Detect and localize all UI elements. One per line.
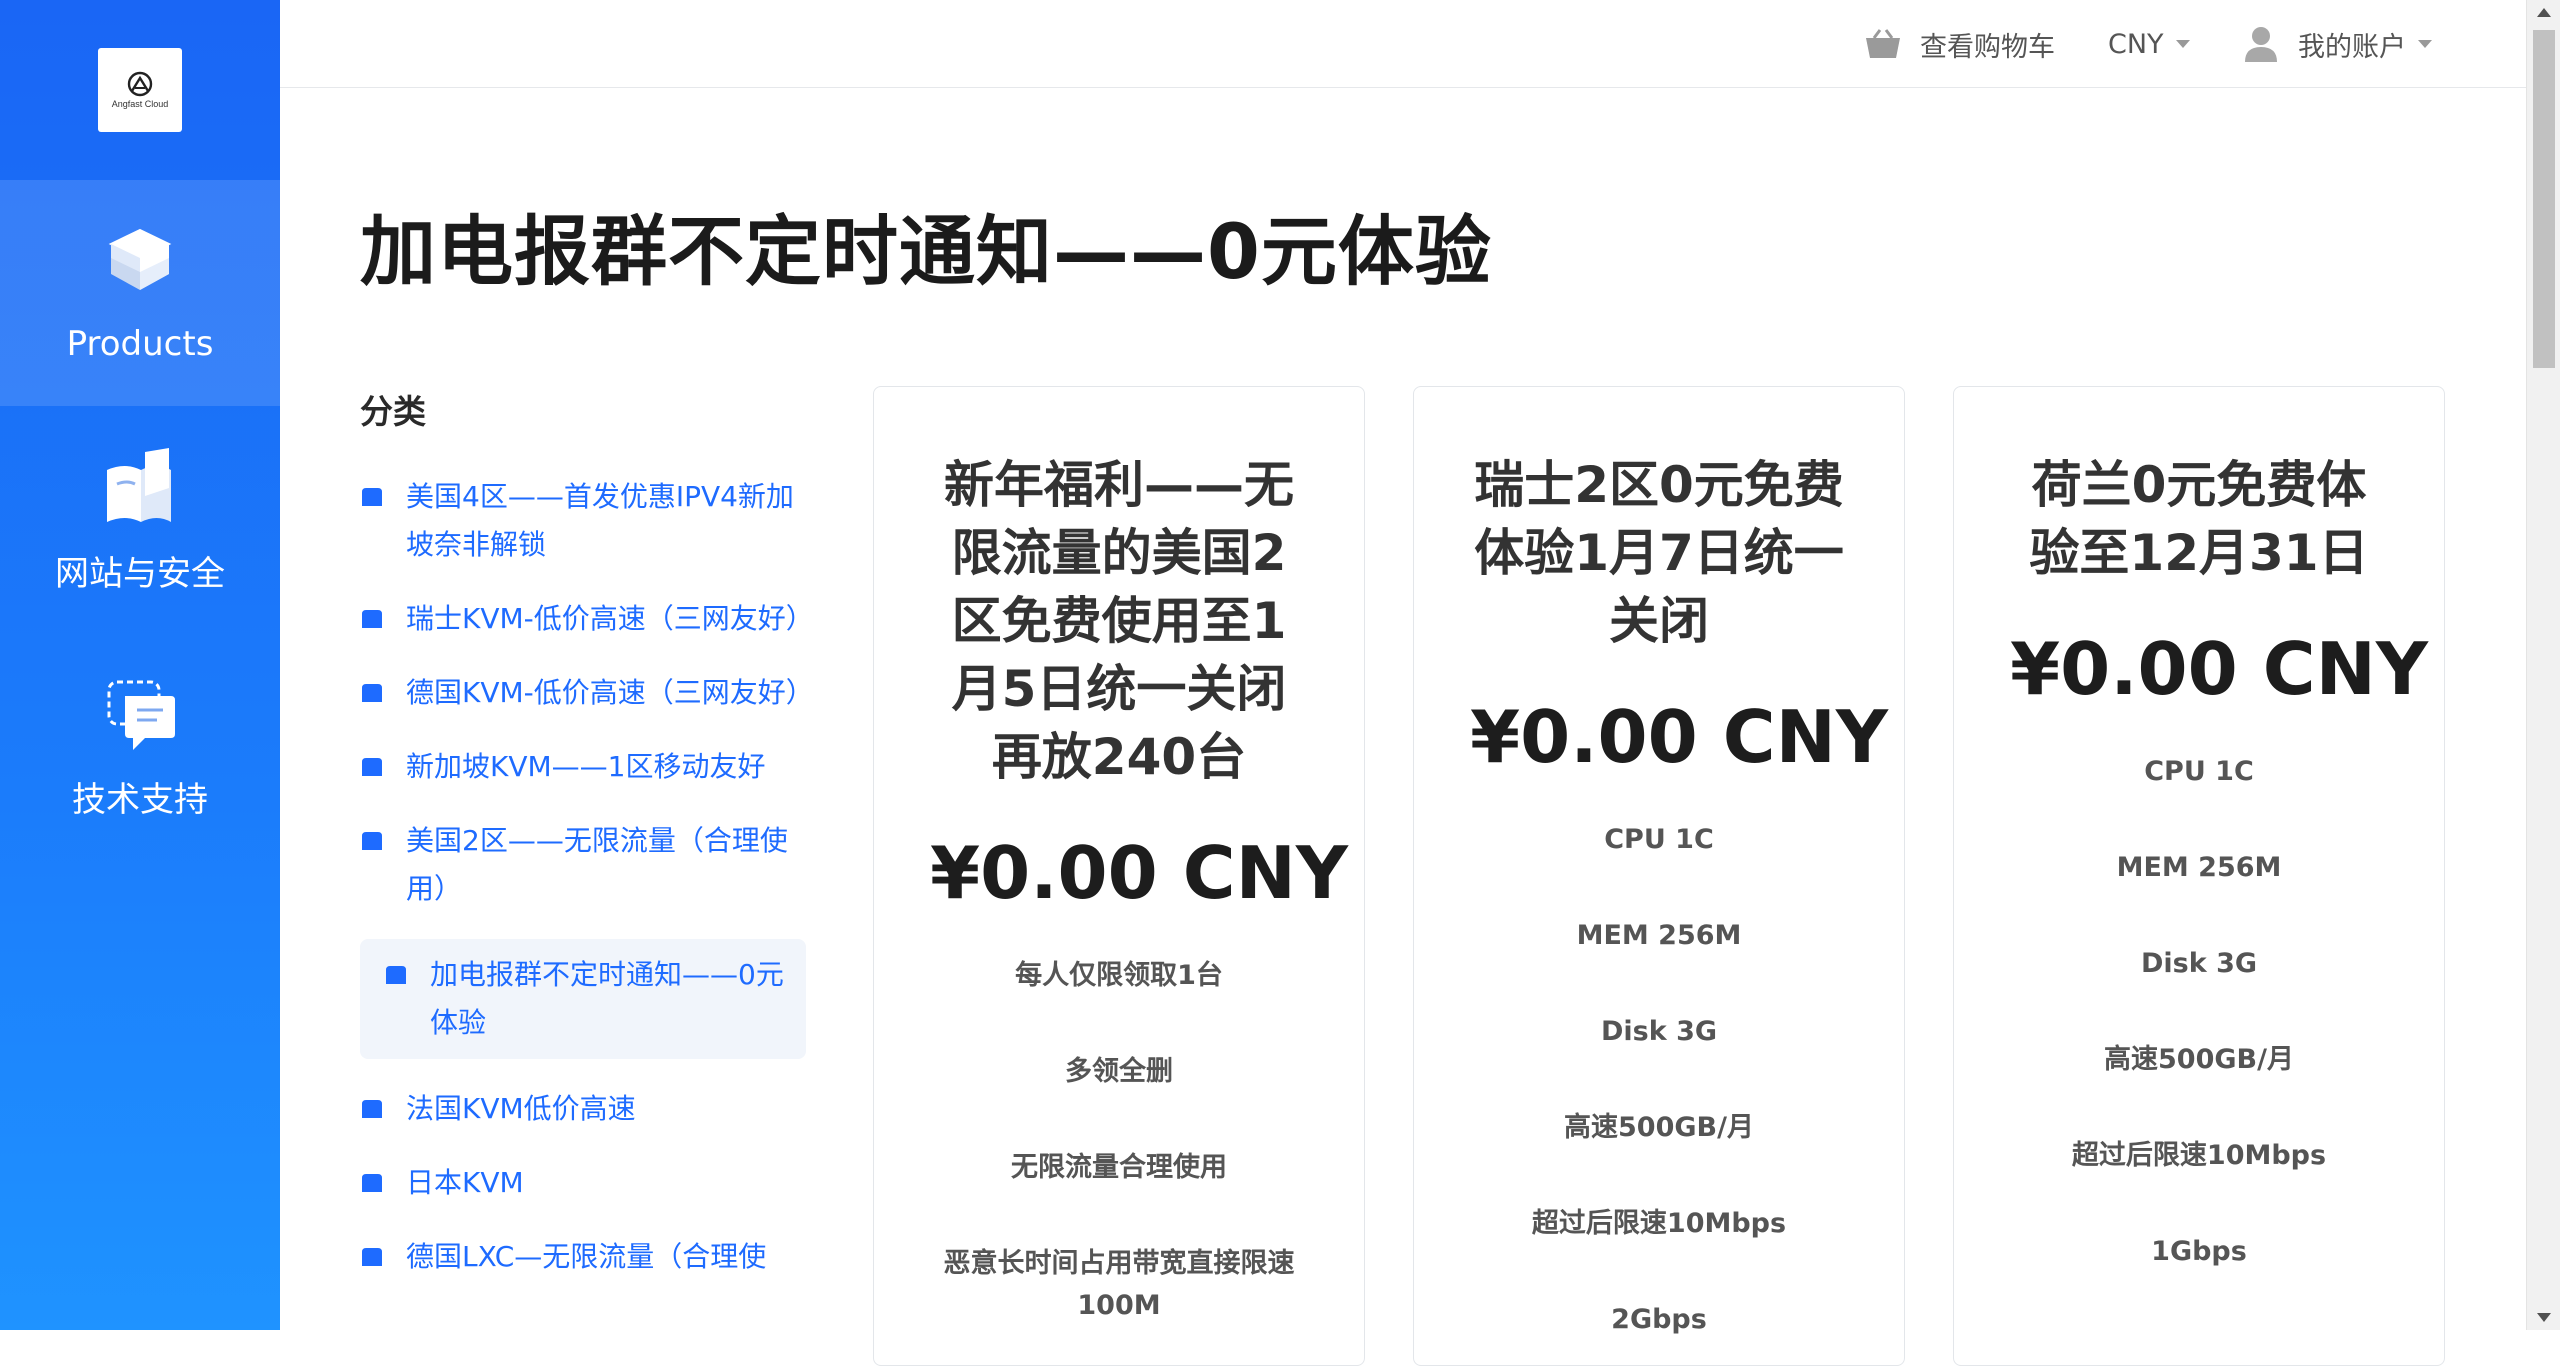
product-feature: 超过后限速10Mbps — [1531, 1208, 1787, 1239]
product-title: 瑞士2区0元免费体验1月7日统一关闭 — [1474, 456, 1844, 650]
account-dropdown[interactable]: 我的账户 — [2244, 0, 2432, 88]
category-link[interactable]: 美国2区——无限流量（合理使用） — [360, 817, 806, 913]
product-price: ¥0.00 CNY — [2010, 627, 2429, 711]
category-link[interactable]: 新加坡KVM——1区移动友好 — [360, 743, 806, 791]
product-feature: CPU 1C — [2144, 756, 2254, 787]
scroll-down-arrow-icon[interactable] — [2537, 1313, 2551, 1322]
brand-logo[interactable]: Angfast Cloud — [98, 48, 182, 132]
scrollbar-thumb[interactable] — [2533, 30, 2555, 368]
product-price: ¥0.00 CNY — [930, 831, 1349, 915]
product-feature: 每人仅限领取1台 — [1015, 960, 1223, 991]
user-icon — [2245, 27, 2277, 62]
category-link-label: 加电报群不定时通知——0元体验 — [430, 958, 784, 1039]
sidebar-item-support[interactable]: 技术支持 — [0, 632, 280, 858]
page-scrollbar[interactable] — [2526, 0, 2560, 1330]
sidebar-item-label: 技术支持 — [72, 779, 208, 820]
product-feature: MEM 256M — [2116, 852, 2282, 883]
product-feature: MEM 256M — [1576, 920, 1742, 951]
category-link-label: 美国2区——无限流量（合理使用） — [406, 824, 788, 905]
category-link[interactable]: 德国KVM-低价高速（三网友好） — [360, 669, 814, 717]
scroll-up-arrow-icon[interactable] — [2537, 8, 2551, 17]
page-title: 加电报群不定时通知——0元体验 — [360, 207, 1492, 296]
product-feature: 恶意长时间占用带宽直接限速100M — [943, 1248, 1295, 1321]
box-icon — [362, 832, 382, 850]
chevron-down-icon — [2175, 40, 2190, 48]
product-feature: 2Gbps — [1611, 1304, 1707, 1335]
category-link[interactable]: 法国KVM低价高速 — [360, 1085, 806, 1133]
category-link-label: 瑞士KVM-低价高速（三网友好） — [406, 602, 814, 635]
basket-icon — [1866, 29, 1900, 58]
product-card[interactable]: 瑞士2区0元免费体验1月7日统一关闭 ¥0.00 CNY CPU 1C MEM … — [1413, 386, 1905, 1366]
box-icon — [386, 966, 406, 984]
view-cart-label: 查看购物车 — [1920, 31, 2055, 63]
product-card[interactable]: 新年福利——无限流量的美国2区免费使用至1月5日统一关闭再放240台 ¥0.00… — [873, 386, 1365, 1366]
category-link-label: 美国4区——首发优惠IPV4新加坡奈非解锁 — [406, 480, 794, 561]
box-icon — [362, 1174, 382, 1192]
product-feature: 高速500GB/月 — [2104, 1044, 2294, 1075]
sidebar-item-label: 网站与安全 — [55, 553, 225, 594]
account-label: 我的账户 — [2298, 31, 2406, 63]
product-feature: 多领全删 — [1065, 1056, 1173, 1087]
top-bar: 查看购物车 CNY 我的账户 — [280, 0, 2526, 88]
product-card[interactable]: 荷兰0元免费体验至12月31日 ¥0.00 CNY CPU 1C MEM 256… — [1953, 386, 2445, 1366]
currency-label: CNY — [2108, 28, 2164, 60]
product-feature: 超过后限速10Mbps — [2071, 1140, 2327, 1171]
angfast-logo-icon — [127, 71, 153, 97]
box-icon — [362, 1248, 382, 1266]
product-title: 新年福利——无限流量的美国2区免费使用至1月5日统一关闭再放240台 — [944, 456, 1294, 786]
logo-area: Angfast Cloud — [0, 0, 280, 180]
category-link[interactable]: 瑞士KVM-低价高速（三网友好） — [360, 595, 814, 643]
category-link-active[interactable]: 加电报群不定时通知——0元体验 — [360, 939, 806, 1059]
sidebar: Angfast Cloud Products 网站与安全 技术支持 — [0, 0, 280, 1330]
category-link[interactable]: 德国LXC—无限流量（合理使 — [360, 1233, 806, 1281]
category-list: 美国4区——首发优惠IPV4新加坡奈非解锁 瑞士KVM-低价高速（三网友好） 德… — [360, 473, 814, 1281]
category-link-label: 法国KVM低价高速 — [406, 1092, 636, 1125]
sidebar-item-label: Products — [66, 324, 214, 364]
stacked-boxes-icon — [108, 228, 172, 290]
product-price: ¥0.00 CNY — [1470, 695, 1889, 779]
category-heading: 分类 — [360, 392, 426, 431]
sidebar-item-products[interactable]: Products — [0, 180, 280, 406]
category-sidebar: 分类 美国4区——首发优惠IPV4新加坡奈非解锁 瑞士KVM-低价高速（三网友好… — [360, 385, 814, 1307]
product-feature: 1Gbps — [2151, 1236, 2247, 1267]
product-feature: 高速500GB/月 — [1564, 1112, 1754, 1143]
chevron-down-icon — [2418, 40, 2432, 48]
category-link[interactable]: 日本KVM — [360, 1159, 806, 1207]
product-title: 荷兰0元免费体验至12月31日 — [2029, 456, 2369, 582]
sidebar-item-security[interactable]: 网站与安全 — [0, 406, 280, 632]
category-link-label: 德国KVM-低价高速（三网友好） — [406, 676, 814, 709]
product-feature: CPU 1C — [1604, 824, 1714, 855]
category-link[interactable]: 美国4区——首发优惠IPV4新加坡奈非解锁 — [360, 473, 806, 569]
box-icon — [362, 684, 382, 702]
shield-book-icon — [107, 447, 171, 522]
box-icon — [362, 610, 382, 628]
box-icon — [362, 1100, 382, 1118]
product-feature: Disk 3G — [1600, 1016, 1718, 1047]
chat-bubble-icon — [107, 680, 175, 750]
box-icon — [362, 758, 382, 776]
currency-dropdown[interactable]: CNY — [2108, 0, 2190, 88]
category-link-label: 新加坡KVM——1区移动友好 — [406, 750, 766, 783]
product-feature: Disk 3G — [2140, 948, 2258, 979]
view-cart-button[interactable]: 查看购物车 — [1864, 0, 2055, 88]
category-link-label: 日本KVM — [406, 1166, 524, 1199]
logo-brand-text: Angfast Cloud — [111, 99, 169, 109]
product-feature: 无限流量合理使用 — [1011, 1152, 1227, 1183]
box-icon — [362, 488, 382, 506]
category-link-label: 德国LXC—无限流量（合理使 — [406, 1240, 767, 1273]
